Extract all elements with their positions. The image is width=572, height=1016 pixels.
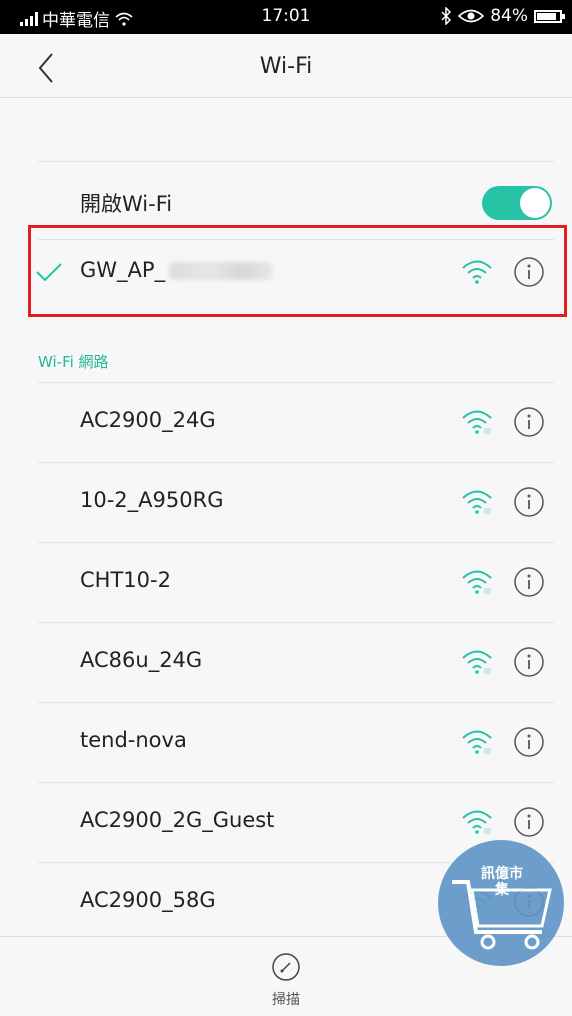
wifi-toggle-row: 開啟Wi-Fi (0, 162, 572, 242)
battery-percent: 84% (490, 6, 528, 26)
network-ssid: tend-nova (80, 728, 187, 752)
wifi-locked-icon (462, 650, 492, 674)
info-icon[interactable] (513, 646, 545, 678)
section-label: Wi-Fi 網路 (38, 353, 109, 371)
scan-button[interactable]: 掃描 (266, 951, 306, 1011)
bluetooth-icon (441, 7, 452, 25)
blurred-ssid-suffix (169, 262, 274, 280)
network-ssid: AC2900_2G_Guest (80, 808, 275, 832)
connected-network-label: GW_AP_ (80, 258, 274, 282)
status-right: 84% (440, 6, 565, 26)
info-icon[interactable] (513, 806, 545, 838)
eye-icon (458, 9, 485, 23)
network-row[interactable]: AC2900_24G (0, 382, 572, 462)
info-icon[interactable] (513, 486, 545, 518)
wifi-locked-icon (462, 730, 492, 754)
wifi-locked-icon (462, 490, 492, 514)
watermark-text: 訊億市集 (481, 866, 523, 898)
info-icon[interactable] (513, 256, 545, 288)
cart-icon (452, 880, 552, 950)
network-ssid: 10-2_A950RG (80, 488, 224, 512)
check-icon (36, 263, 62, 282)
network-ssid: AC2900_58G (80, 888, 216, 912)
connected-ssid: GW_AP_ (80, 258, 166, 282)
page-title: Wi-Fi (259, 54, 313, 79)
network-ssid: AC2900_24G (80, 408, 216, 432)
watermark-logo: 訊億市集 (438, 840, 564, 966)
network-row[interactable]: AC86u_24G (0, 622, 572, 702)
connected-network-row[interactable]: GW_AP_ (0, 232, 572, 312)
scan-icon (272, 953, 300, 981)
nav-bar: Wi-Fi (0, 34, 572, 98)
info-icon[interactable] (513, 566, 545, 598)
wifi-locked-icon (462, 570, 492, 594)
network-ssid: AC86u_24G (80, 648, 203, 672)
network-row[interactable]: 10-2_A950RG (0, 462, 572, 542)
status-bar: 中華電信 17:01 84% (0, 0, 572, 34)
network-row[interactable]: CHT10-2 (0, 542, 572, 622)
wifi-toggle-switch[interactable] (482, 186, 552, 220)
info-icon[interactable] (513, 726, 545, 758)
battery-icon (534, 9, 565, 23)
wifi-toggle-label: 開啟Wi-Fi (80, 192, 173, 216)
info-icon[interactable] (513, 406, 545, 438)
wifi-locked-icon (462, 810, 492, 834)
scan-label: 掃描 (272, 992, 300, 1008)
network-row[interactable]: tend-nova (0, 702, 572, 782)
wifi-locked-icon (462, 410, 492, 434)
network-ssid: CHT10-2 (80, 568, 171, 592)
toggle-knob (520, 188, 550, 218)
wifi-signal-icon (462, 260, 492, 284)
